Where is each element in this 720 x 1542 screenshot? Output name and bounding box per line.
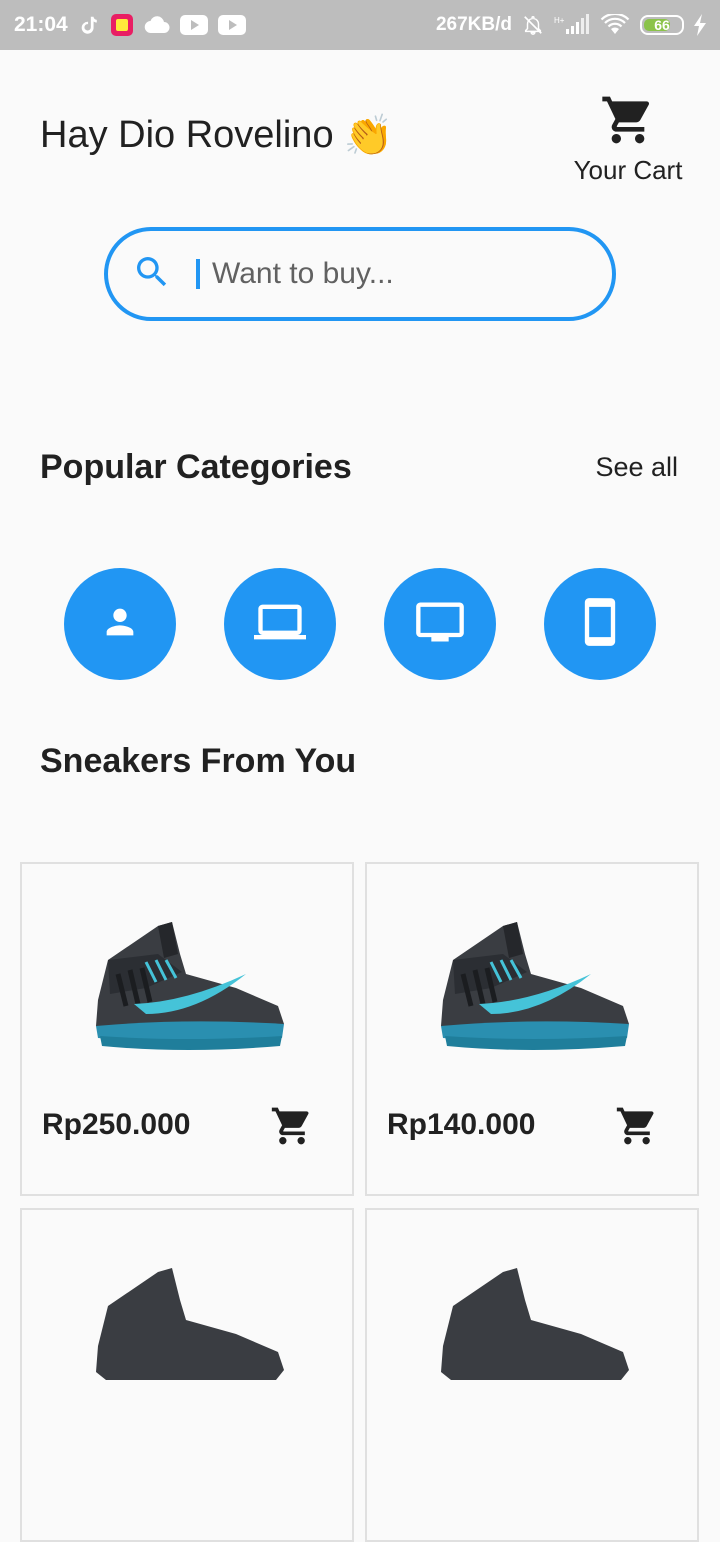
product-card[interactable]	[365, 1208, 699, 1542]
battery-level: 66	[654, 17, 670, 33]
product-card[interactable]	[20, 1208, 354, 1542]
youtube-icon	[179, 15, 208, 35]
status-bar: 21:04 267KB/d H+ 66	[0, 0, 720, 50]
sneaker-image	[86, 1260, 296, 1410]
popular-categories-title: Popular Categories	[40, 448, 352, 486]
smartphone-icon	[574, 596, 626, 653]
add-to-cart-button[interactable]	[270, 1104, 314, 1153]
search-input[interactable]	[212, 257, 552, 291]
monitor-icon	[414, 596, 466, 653]
product-card[interactable]: Rp140.000	[365, 862, 699, 1196]
laptop-icon	[254, 596, 306, 653]
text-cursor	[196, 259, 200, 289]
cloud-icon	[144, 15, 170, 35]
person-icon	[100, 602, 140, 647]
product-price: Rp250.000	[42, 1108, 191, 1141]
category-laptop[interactable]	[224, 568, 336, 680]
wifi-icon	[600, 14, 630, 36]
product-price: Rp140.000	[387, 1108, 536, 1141]
category-person[interactable]	[64, 568, 176, 680]
status-time: 21:04	[14, 13, 68, 36]
tiktok-icon	[78, 14, 100, 36]
svg-text:H+: H+	[554, 16, 565, 25]
network-speed: 267KB/d	[435, 14, 512, 35]
your-cart-button[interactable]: Your Cart	[568, 92, 688, 186]
signal-icon: H+	[554, 14, 590, 36]
greeting-text: Hay Dio Rovelino	[40, 114, 334, 156]
category-list	[64, 568, 656, 680]
sneakers-section-title: Sneakers From You	[40, 742, 357, 780]
charging-icon	[694, 14, 706, 36]
add-to-cart-button[interactable]	[615, 1104, 659, 1153]
app-icon	[110, 13, 134, 37]
product-card[interactable]: Rp250.000	[20, 862, 354, 1196]
bell-muted-icon	[522, 14, 544, 36]
category-monitor[interactable]	[384, 568, 496, 680]
clap-emoji: 👏	[343, 114, 394, 158]
battery-icon: 66	[640, 15, 684, 35]
greeting-heading: Hay Dio Rovelino 👏	[40, 112, 393, 159]
search-icon	[132, 252, 172, 297]
search-bar[interactable]	[104, 227, 616, 321]
sneaker-image	[431, 914, 641, 1064]
sneaker-image	[431, 1260, 641, 1410]
see-all-link[interactable]: See all	[595, 452, 678, 483]
shopping-cart-icon	[600, 92, 656, 153]
your-cart-label: Your Cart	[573, 155, 683, 185]
youtube-icon	[217, 15, 246, 35]
category-smartphone[interactable]	[544, 568, 656, 680]
sneaker-image	[86, 914, 296, 1064]
